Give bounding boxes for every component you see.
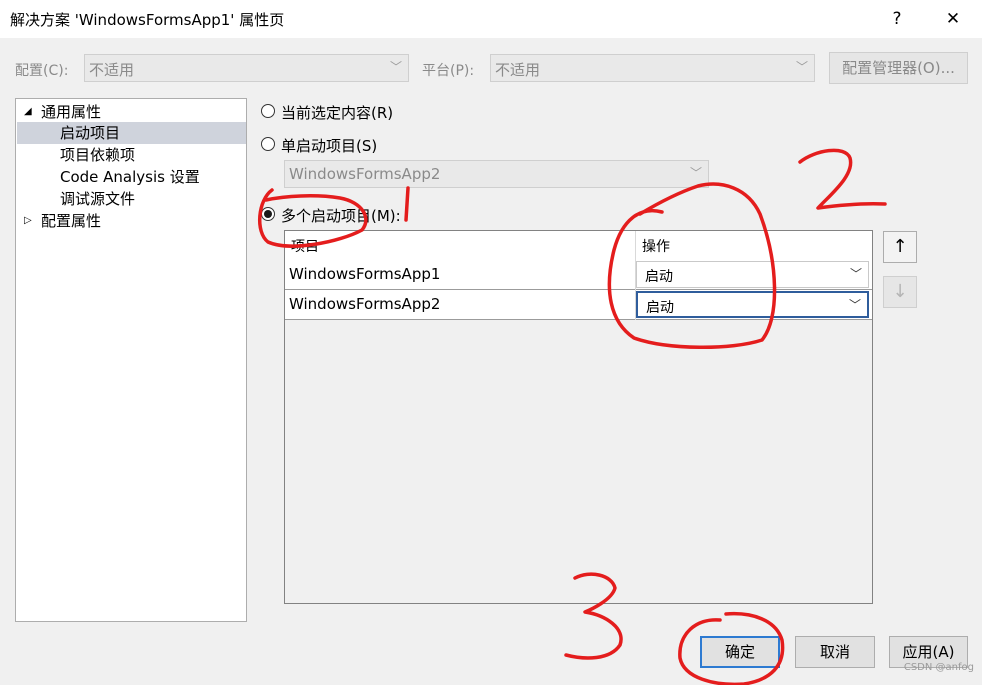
- close-button[interactable]: ✕: [936, 4, 970, 34]
- radio-single-startup[interactable]: [261, 137, 275, 151]
- tree-item-debug-source-files[interactable]: 调试源文件: [60, 188, 135, 210]
- project-name: WindowsFormsApp1: [289, 265, 441, 283]
- tree-item-startup-project[interactable]: 启动项目: [17, 122, 246, 144]
- watermark: CSDN @anfog: [903, 662, 974, 673]
- config-manager-button[interactable]: 配置管理器(O)...: [829, 52, 968, 84]
- project-name: WindowsFormsApp2: [289, 295, 441, 313]
- column-divider: [635, 231, 636, 260]
- cancel-button[interactable]: 取消: [795, 636, 875, 668]
- tree-item-code-analysis[interactable]: Code Analysis 设置: [60, 166, 200, 188]
- platform-value: 不适用: [495, 61, 541, 79]
- ok-button[interactable]: 确定: [700, 636, 780, 668]
- action-select[interactable]: 启动 ﹀: [636, 261, 869, 288]
- single-startup-combobox[interactable]: WindowsFormsApp2 ﹀: [284, 160, 709, 188]
- title-bar: 解决方案 'WindowsFormsApp1' 属性页 ? ✕: [0, 0, 982, 38]
- radio-multiple-startup[interactable]: [261, 207, 275, 221]
- column-header-project[interactable]: 项目: [291, 236, 319, 256]
- chevron-down-icon: ﹀: [689, 166, 702, 180]
- arrow-down-icon: ↓: [892, 281, 908, 302]
- tree-node-config-props[interactable]: 配置属性: [41, 210, 101, 232]
- action-value: 启动: [645, 269, 673, 285]
- table-row[interactable]: WindowsFormsApp1 启动 ﹀: [285, 260, 872, 290]
- platform-combobox[interactable]: 不适用 ﹀: [490, 54, 815, 82]
- startup-projects-grid: 项目 操作 WindowsFormsApp1 启动 ﹀ WindowsForms…: [284, 230, 873, 604]
- radio-current-selection[interactable]: [261, 104, 275, 118]
- config-value: 不适用: [89, 61, 135, 79]
- radio-current-selection-label[interactable]: 当前选定内容(R): [281, 102, 393, 123]
- chevron-down-icon: ﹀: [389, 60, 402, 74]
- table-row[interactable]: WindowsFormsApp2 启动 ﹀: [285, 290, 872, 320]
- collapsed-arrow-icon[interactable]: ▷: [24, 210, 32, 232]
- arrow-up-icon: ↑: [892, 236, 908, 257]
- action-select[interactable]: 启动 ﹀: [636, 291, 869, 318]
- chevron-down-icon: ﹀: [848, 298, 861, 312]
- grid-header: 项目 操作: [285, 231, 872, 261]
- platform-label: 平台(P):: [422, 63, 475, 79]
- chevron-down-icon: ﹀: [795, 60, 808, 74]
- move-up-button[interactable]: ↑: [883, 231, 917, 263]
- config-combobox[interactable]: 不适用 ﹀: [84, 54, 409, 82]
- config-label: 配置(C):: [15, 63, 69, 79]
- tree-item-project-dependencies[interactable]: 项目依赖项: [60, 144, 135, 166]
- radio-multiple-startup-label[interactable]: 多个启动项目(M):: [281, 205, 401, 226]
- action-value: 启动: [646, 300, 674, 316]
- column-header-action[interactable]: 操作: [642, 236, 670, 256]
- help-button[interactable]: ?: [880, 4, 914, 34]
- window-title: 解决方案 'WindowsFormsApp1' 属性页: [10, 11, 285, 29]
- single-startup-value: WindowsFormsApp2: [289, 165, 441, 183]
- annotation-mark-2: [798, 148, 887, 210]
- tree-node-common-props[interactable]: 通用属性: [41, 101, 101, 123]
- chevron-down-icon: ﹀: [849, 267, 862, 281]
- move-down-button[interactable]: ↓: [883, 276, 917, 308]
- property-tree: ◢ 通用属性 启动项目 项目依赖项 Code Analysis 设置 调试源文件…: [15, 98, 247, 622]
- annotation-mark-1: [404, 186, 410, 222]
- radio-single-startup-label[interactable]: 单启动项目(S): [281, 135, 377, 156]
- expanded-arrow-icon[interactable]: ◢: [24, 101, 32, 123]
